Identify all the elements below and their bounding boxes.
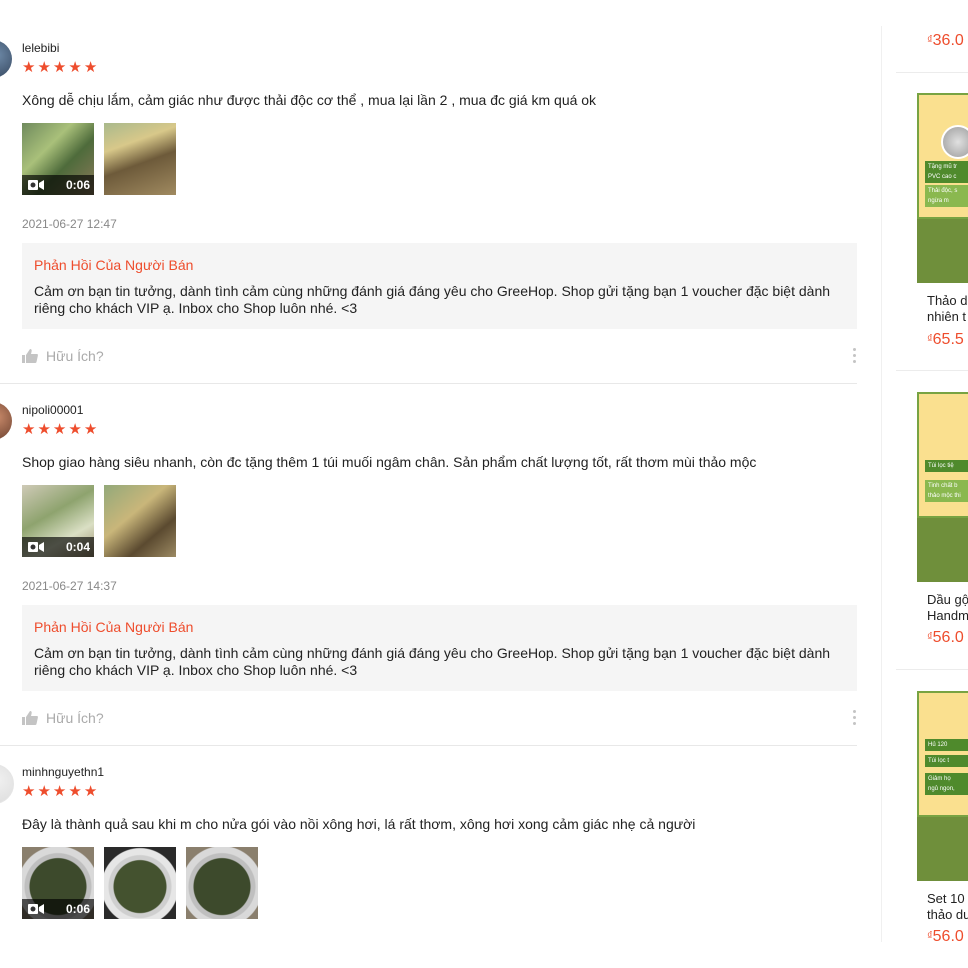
star-icon: ★ [68, 59, 82, 76]
star-icon: ★ [52, 59, 67, 76]
video-bar: 0:06 [22, 175, 94, 195]
review-comment: Xông dễ chịu lắm, cảm giác như được thải… [22, 92, 597, 108]
thumbs-up-icon [22, 711, 38, 725]
star-icon: ★ [83, 59, 98, 76]
more-vertical-icon[interactable] [850, 348, 858, 366]
avatar[interactable] [0, 402, 12, 440]
product-name[interactable]: Thảo d nhiên t [927, 293, 968, 325]
camera-icon [28, 542, 44, 552]
review-item: nipoli00001 ★ ★ ★ ★ ★ Shop giao hàng siê… [0, 384, 858, 746]
star-icon: ★ [68, 421, 82, 438]
image-thumbnail[interactable] [104, 485, 176, 557]
review-timestamp: 2021-06-27 12:47 [22, 217, 117, 231]
video-thumbnail[interactable]: 0:04 [22, 485, 94, 557]
rating-stars: ★ ★ ★ ★ ★ [22, 60, 97, 76]
star-icon: ★ [22, 421, 36, 438]
video-thumbnail[interactable]: 0:06 [22, 847, 94, 919]
image-thumbnail[interactable] [104, 123, 176, 195]
seller-reply-title: Phản Hồi Của Người Bán [34, 619, 194, 635]
similar-products-sidebar: ₫36.0 Tặng mũ tr PVC cao c Thải độc, s n… [882, 26, 968, 945]
review-list: lelebibi ★ ★ ★ ★ ★ Xông dễ chịu lắm, cảm… [0, 0, 858, 966]
video-bar: 0:06 [22, 899, 94, 919]
star-icon: ★ [83, 783, 98, 800]
image-thumbnail[interactable] [186, 847, 258, 919]
star-icon: ★ [52, 421, 67, 438]
video-duration: 0:06 [65, 902, 90, 916]
avatar[interactable] [0, 764, 14, 804]
product-image[interactable]: Tặng mũ tr PVC cao c Thải độc, s ngừa m [917, 93, 968, 283]
star-icon: ★ [83, 421, 98, 438]
star-icon: ★ [68, 783, 82, 800]
seller-reply-title: Phản Hồi Của Người Bán [34, 257, 194, 273]
sidebar-divider [896, 370, 968, 371]
product-image[interactable]: Hủ 120 Túi lọc t Giảm họ ngủ ngon, [917, 691, 968, 881]
seller-reply: Phản Hồi Của Người Bán Cảm ơn bạn tin tư… [22, 243, 857, 329]
review-item: minhnguyethn1 ★ ★ ★ ★ ★ Đây là thành quả… [0, 746, 858, 966]
thumbs-up-icon [22, 349, 38, 363]
star-icon: ★ [37, 59, 51, 76]
camera-icon [28, 180, 44, 190]
product-name[interactable]: Dầu gộ Handm [927, 592, 968, 624]
seller-reply-text: Cảm ơn bạn tin tưởng, dành tình cảm cùng… [34, 283, 831, 316]
review-item: lelebibi ★ ★ ★ ★ ★ Xông dễ chịu lắm, cảm… [0, 0, 858, 384]
video-duration: 0:04 [65, 540, 90, 554]
helpful-button[interactable]: Hữu Ích? [22, 348, 104, 364]
product-price: ₫65.5 [927, 331, 964, 348]
product-price: ₫56.0 [927, 928, 964, 945]
product-image[interactable]: Túi lọc tiệ Tinh chất b thảo mộc thi [917, 392, 968, 582]
review-media: 0:04 [22, 485, 176, 557]
helpful-label: Hữu Ích? [46, 710, 104, 726]
reviewer-username[interactable]: minhnguyethn1 [22, 765, 104, 779]
product-photo [941, 125, 968, 159]
video-duration: 0:06 [65, 178, 90, 192]
seller-reply-text: Cảm ơn bạn tin tưởng, dành tình cảm cùng… [34, 645, 831, 678]
reviewer-username[interactable]: nipoli00001 [22, 403, 83, 417]
sidebar-divider [896, 72, 968, 73]
avatar[interactable] [0, 40, 12, 78]
helpful-button[interactable]: Hữu Ích? [22, 710, 104, 726]
seller-reply: Phản Hồi Của Người Bán Cảm ơn bạn tin tư… [22, 605, 857, 691]
review-media: 0:06 [22, 847, 258, 919]
star-icon: ★ [22, 783, 36, 800]
star-icon: ★ [37, 783, 51, 800]
product-name[interactable]: Set 10 thảo dư [927, 891, 968, 923]
star-icon: ★ [22, 59, 36, 76]
camera-icon [28, 904, 44, 914]
reviewer-username[interactable]: lelebibi [22, 41, 59, 55]
rating-stars: ★ ★ ★ ★ ★ [22, 784, 97, 800]
more-vertical-icon[interactable] [850, 710, 858, 728]
product-price: ₫36.0 [927, 32, 964, 49]
review-media: 0:06 [22, 123, 176, 195]
image-thumbnail[interactable] [104, 847, 176, 919]
star-icon: ★ [52, 783, 67, 800]
helpful-label: Hữu Ích? [46, 348, 104, 364]
review-timestamp: 2021-06-27 14:37 [22, 579, 117, 593]
sidebar-divider [896, 669, 968, 670]
video-bar: 0:04 [22, 537, 94, 557]
product-price: ₫56.0 [927, 629, 964, 646]
review-comment: Shop giao hàng siêu nhanh, còn đc tặng t… [22, 454, 757, 470]
video-thumbnail[interactable]: 0:06 [22, 123, 94, 195]
review-comment: Đây là thành quả sau khi m cho nửa gói v… [22, 816, 696, 832]
rating-stars: ★ ★ ★ ★ ★ [22, 422, 97, 438]
star-icon: ★ [37, 421, 51, 438]
